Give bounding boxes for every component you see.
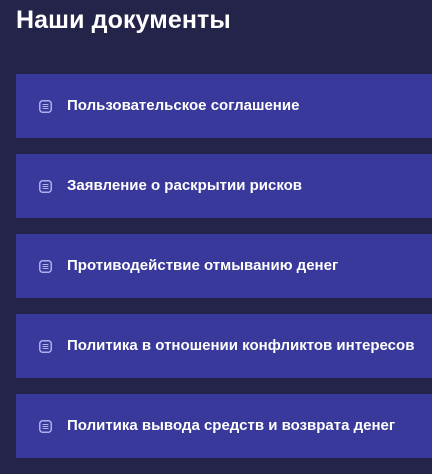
document-item-anti-money-laundering[interactable]: Противодействие отмыванию денег [16, 234, 432, 298]
documents-list: Пользовательское соглашение Заявление о … [16, 74, 432, 474]
document-icon [39, 179, 52, 193]
document-item-label: Пользовательское соглашение [67, 97, 300, 114]
document-item-conflicts-of-interest[interactable]: Политика в отношении конфликтов интересо… [16, 314, 432, 378]
document-item-user-agreement[interactable]: Пользовательское соглашение [16, 74, 432, 138]
document-icon [39, 259, 52, 273]
document-item-risk-disclosure[interactable]: Заявление о раскрытии рисков [16, 154, 432, 218]
document-item-label: Заявление о раскрытии рисков [67, 177, 303, 194]
document-icon [39, 419, 52, 433]
document-item-label: Противодействие отмыванию денег [67, 257, 339, 274]
document-icon [39, 339, 52, 353]
document-item-label: Политика в отношении конфликтов интересо… [67, 337, 415, 354]
page-title: Наши документы [16, 6, 231, 34]
document-item-label: Политика вывода средств и возврата денег [67, 417, 396, 434]
document-item-withdrawal-refund[interactable]: Политика вывода средств и возврата денег [16, 394, 432, 458]
document-icon [39, 99, 52, 113]
